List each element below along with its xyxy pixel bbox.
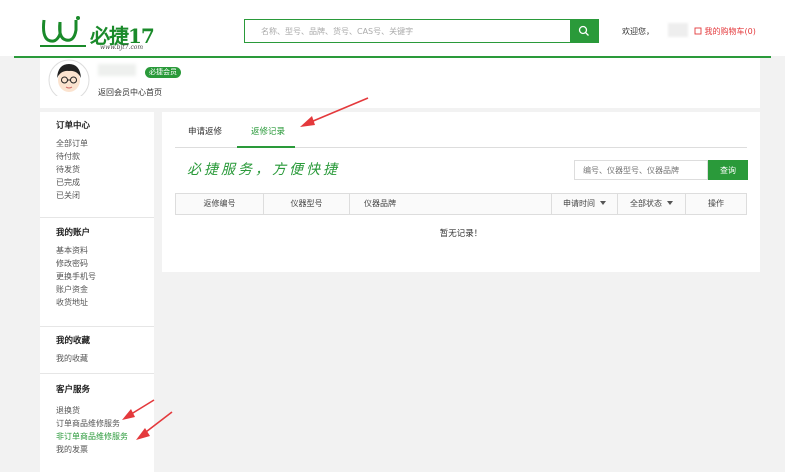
search-bar bbox=[244, 19, 599, 43]
cart-label: 我的购物车(0) bbox=[704, 27, 756, 36]
column-label: 仪器型号 bbox=[290, 199, 323, 208]
sidebar-item-pending-shipment[interactable]: 待发货 bbox=[56, 163, 90, 176]
tab-apply-repair[interactable]: 申请返修 bbox=[188, 125, 222, 137]
sidebar-item-invoices[interactable]: 我的发票 bbox=[56, 443, 128, 456]
sidebar-item-change-password[interactable]: 修改密码 bbox=[56, 257, 96, 270]
main-panel: 申请返修 返修记录 必捷服务，方便快捷 查询 返修编号 仪器型号 仪器品牌 申请… bbox=[162, 112, 760, 272]
sidebar-group-favorites: 我的收藏 我的收藏 bbox=[56, 334, 90, 365]
sidebar-item-non-order-repair[interactable]: 非订单商品维修服务 bbox=[56, 430, 128, 443]
sidebar-group-service: 客户服务 退换货 订单商品维修服务 非订单商品维修服务 我的发票 bbox=[56, 383, 128, 456]
cart-icon bbox=[694, 27, 702, 35]
column-brand: 仪器品牌 bbox=[350, 194, 552, 214]
sidebar-item-account-funds[interactable]: 账户资金 bbox=[56, 283, 96, 296]
chevron-down-icon bbox=[667, 201, 673, 205]
tab-repair-records[interactable]: 返修记录 bbox=[251, 125, 285, 137]
column-actions: 操作 bbox=[686, 194, 746, 214]
query-button[interactable]: 查询 bbox=[708, 160, 748, 180]
sidebar-group-title: 我的收藏 bbox=[56, 336, 91, 346]
sidebar-item-all-orders[interactable]: 全部订单 bbox=[56, 137, 90, 150]
column-label: 全部状态 bbox=[630, 199, 662, 208]
sidebar-group-orders: 订单中心 全部订单 待付款 待发货 已完成 已关闭 bbox=[56, 119, 90, 202]
site-logo[interactable]: 必捷17 www.bjt7.com bbox=[38, 14, 168, 52]
sidebar-item-completed[interactable]: 已完成 bbox=[56, 176, 90, 189]
sidebar-item-addresses[interactable]: 收货地址 bbox=[56, 296, 96, 309]
logo-url: www.bjt7.com bbox=[100, 44, 144, 51]
sidebar-item-favorites[interactable]: 我的收藏 bbox=[56, 352, 90, 365]
column-label: 申请时间 bbox=[563, 199, 595, 208]
search-input[interactable] bbox=[245, 20, 571, 42]
back-to-member-center-link[interactable]: 返回会员中心首页 bbox=[98, 87, 162, 98]
column-model: 仪器型号 bbox=[264, 194, 350, 214]
sidebar-group-title: 订单中心 bbox=[56, 121, 91, 131]
column-repair-no: 返修编号 bbox=[176, 194, 264, 214]
sidebar-divider bbox=[40, 373, 154, 374]
sidebar-group-title: 我的账户 bbox=[56, 228, 91, 238]
sort-caret-icon bbox=[600, 201, 606, 205]
search-icon bbox=[578, 25, 589, 36]
user-card bbox=[40, 58, 760, 108]
repair-search-input[interactable] bbox=[574, 160, 708, 180]
user-avatar[interactable] bbox=[47, 58, 91, 96]
sidebar: 订单中心 全部订单 待付款 待发货 已完成 已关闭 我的账户 基本资料 修改密码… bbox=[40, 112, 154, 472]
column-status-filter[interactable]: 全部状态 bbox=[618, 194, 686, 214]
site-header: 必捷17 www.bjt7.com 欢迎您， 我的购物车(0) bbox=[0, 0, 785, 56]
column-label: 仪器品牌 bbox=[364, 199, 396, 208]
search-button[interactable] bbox=[570, 20, 598, 42]
welcome-text: 欢迎您， bbox=[622, 27, 654, 36]
active-tab-indicator bbox=[237, 146, 295, 148]
logo-mark-icon bbox=[40, 16, 86, 47]
table-header: 返修编号 仪器型号 仪器品牌 申请时间 全部状态 操作 bbox=[175, 193, 747, 215]
column-apply-time[interactable]: 申请时间 bbox=[552, 194, 618, 214]
sidebar-item-change-phone[interactable]: 更换手机号 bbox=[56, 270, 96, 283]
sidebar-item-closed[interactable]: 已关闭 bbox=[56, 189, 90, 202]
column-label: 返修编号 bbox=[203, 199, 236, 208]
member-badge: 必捷会员 bbox=[145, 67, 181, 78]
empty-state-text: 暂无记录！ bbox=[439, 229, 483, 239]
username-redacted-card bbox=[98, 64, 136, 76]
username-redacted bbox=[668, 23, 688, 37]
cart-link[interactable]: 我的购物车(0) bbox=[694, 26, 756, 37]
sidebar-item-order-repair[interactable]: 订单商品维修服务 bbox=[56, 417, 128, 430]
column-label: 操作 bbox=[708, 199, 724, 208]
sidebar-item-returns[interactable]: 退换货 bbox=[56, 404, 128, 417]
sidebar-divider bbox=[40, 217, 154, 218]
sidebar-item-pending-payment[interactable]: 待付款 bbox=[56, 150, 90, 163]
service-slogan: 必捷服务，方便快捷 bbox=[187, 162, 340, 178]
sidebar-divider bbox=[40, 326, 154, 327]
sidebar-group-title: 客户服务 bbox=[56, 385, 91, 395]
sidebar-item-profile[interactable]: 基本资料 bbox=[56, 244, 96, 257]
sidebar-group-account: 我的账户 基本资料 修改密码 更换手机号 账户资金 收货地址 bbox=[56, 226, 96, 309]
